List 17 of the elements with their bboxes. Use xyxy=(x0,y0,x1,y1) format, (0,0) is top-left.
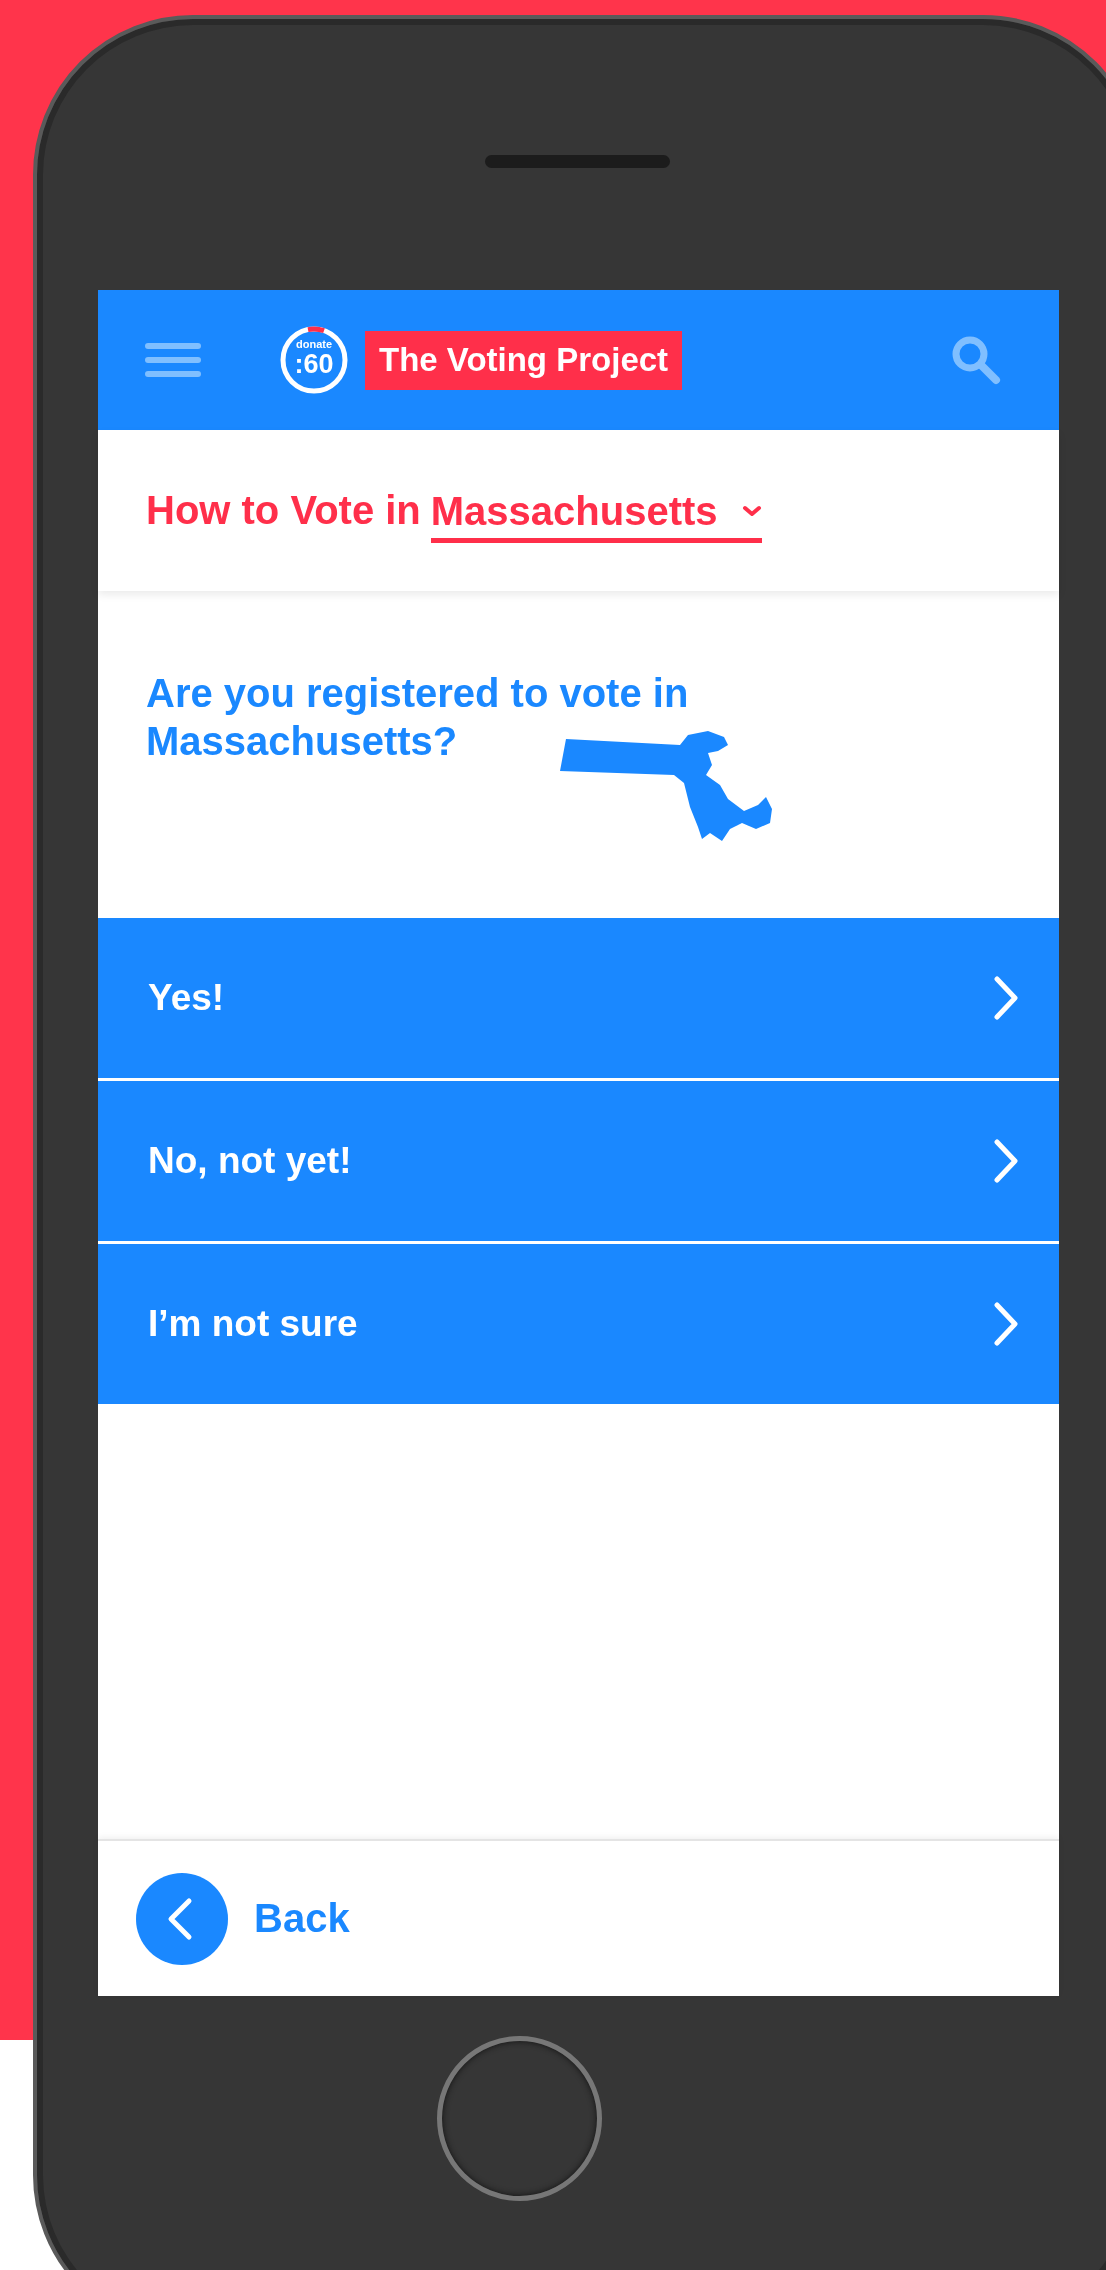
chevron-right-icon xyxy=(993,975,1019,1021)
site-title: The Voting Project xyxy=(365,330,683,390)
answer-option[interactable]: I’m not sure xyxy=(98,1244,1059,1404)
answer-option[interactable]: No, not yet! xyxy=(98,1081,1059,1241)
back-circle-icon xyxy=(136,1872,228,1965)
chevron-right-icon xyxy=(993,1301,1019,1347)
state-dropdown[interactable]: Massachusetts xyxy=(430,488,762,543)
page-title: How to Vote in xyxy=(146,488,421,533)
back-button[interactable]: Back xyxy=(136,1872,350,1965)
state-silhouette-icon xyxy=(560,731,775,843)
answer-option[interactable]: Yes! xyxy=(98,918,1059,1078)
chevron-down-icon xyxy=(741,505,762,517)
search-icon[interactable] xyxy=(951,335,1001,385)
logo-badge[interactable]: donate :60 xyxy=(279,325,349,395)
question-text: Are you registered to vote in Massachusetts? xyxy=(145,670,690,765)
chevron-right-icon xyxy=(993,1138,1019,1184)
menu-icon[interactable] xyxy=(145,342,201,378)
